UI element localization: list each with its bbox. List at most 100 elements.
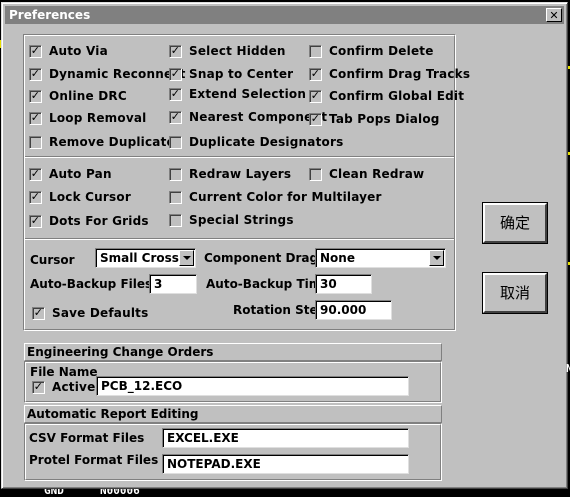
checkbox-box <box>169 190 182 204</box>
checkbox-box <box>309 112 322 126</box>
checkbox-label: Special Strings <box>189 213 294 227</box>
checkbox-box <box>169 67 182 81</box>
checkbox-label: Duplicate Designators <box>189 135 344 149</box>
checkbox-eco-active[interactable]: Active <box>32 379 95 395</box>
checkbox-label: Clean Redraw <box>329 167 425 181</box>
component-drag-dropdown[interactable]: None <box>315 248 446 268</box>
checkbox-label: Tab Pops Dialog <box>329 112 440 126</box>
checkbox-redraw-layers[interactable]: Redraw Layers <box>169 166 291 182</box>
close-icon: ✕ <box>549 9 559 22</box>
component-drag-label: Component Drag <box>204 251 319 265</box>
checkbox-box <box>169 44 182 58</box>
checkbox-label: Loop Removal <box>49 111 147 125</box>
checkbox-save-defaults[interactable]: Save Defaults <box>32 305 148 321</box>
checkbox-label: Snap to Center <box>189 67 294 81</box>
protel-format-input[interactable]: NOTEPAD.EXE <box>162 454 409 474</box>
checkbox-label: Active <box>52 380 96 394</box>
protel-format-label: Protel Format Files <box>29 453 159 467</box>
close-button[interactable]: ✕ <box>546 8 562 22</box>
checkbox-box <box>32 380 45 394</box>
checkbox-box <box>29 89 42 103</box>
checkbox-box <box>32 306 45 320</box>
autobackup-time-label: Auto-Backup Time <box>206 277 330 291</box>
checkbox-label: Remove Duplicates <box>49 135 183 149</box>
title-bar: Preferences ✕ <box>5 6 564 24</box>
checkbox-label: Lock Cursor <box>49 190 131 204</box>
checkbox-special-strings[interactable]: Special Strings <box>169 212 294 228</box>
window-title: Preferences <box>9 8 91 22</box>
component-drag-value: None <box>320 251 355 265</box>
csv-format-input[interactable]: EXCEL.EXE <box>162 428 409 448</box>
autobackup-files-input[interactable]: 3 <box>149 274 197 294</box>
csv-format-label: CSV Format Files <box>29 431 145 445</box>
cursor-dropdown[interactable]: Small Cross <box>95 248 196 268</box>
checkbox-label: Dynamic Reconnect <box>49 67 186 81</box>
checkbox-box <box>29 111 42 125</box>
checkbox-nearest-component[interactable]: Nearest Component <box>169 109 327 125</box>
checkbox-snap-to-center[interactable]: Snap to Center <box>169 66 293 82</box>
autobackup-files-label: Auto-Backup Files <box>30 277 153 291</box>
checkbox-extend-selection[interactable]: Extend Selection <box>169 86 306 102</box>
checkbox-remove-duplicates[interactable]: Remove Duplicates <box>29 134 182 150</box>
checkbox-confirm-drag-tracks[interactable]: Confirm Drag Tracks <box>309 66 470 82</box>
checkbox-label: Save Defaults <box>52 306 149 320</box>
checkbox-confirm-global-edit[interactable]: Confirm Global Edit <box>309 88 464 104</box>
checkbox-box <box>169 135 182 149</box>
checkbox-current-color-multilayer[interactable]: Current Color for Multilayer <box>169 189 382 205</box>
checkbox-label: Confirm Delete <box>329 44 434 58</box>
eco-file-input[interactable]: PCB_12.ECO <box>96 376 409 396</box>
checkbox-online-drc[interactable]: Online DRC <box>29 88 127 104</box>
ok-button[interactable]: 确定 <box>483 203 547 243</box>
checkbox-box <box>29 214 42 228</box>
checkbox-label: Extend Selection <box>189 87 307 101</box>
checkbox-box <box>169 87 182 101</box>
cursor-label: Cursor <box>30 253 75 267</box>
checkbox-confirm-delete[interactable]: Confirm Delete <box>309 43 434 59</box>
eco-file-name-label: File Name <box>30 365 98 379</box>
checkbox-box <box>309 89 322 103</box>
chevron-down-icon[interactable] <box>179 250 194 266</box>
divider <box>25 156 454 158</box>
checkbox-tab-pops-dialog[interactable]: Tab Pops Dialog <box>309 111 440 127</box>
rotation-step-label: Rotation Step <box>233 303 327 317</box>
eco-section-title: Engineering Change Orders <box>24 343 442 361</box>
checkbox-box <box>29 44 42 58</box>
checkbox-label: Confirm Global Edit <box>329 89 465 103</box>
checkbox-box <box>29 190 42 204</box>
checkbox-label: Nearest Component <box>189 110 328 124</box>
checkbox-box <box>29 167 42 181</box>
rotation-step-input[interactable]: 90.000 <box>315 300 392 320</box>
checkbox-label: Select Hidden <box>189 44 286 58</box>
checkbox-box <box>29 135 42 149</box>
cursor-dropdown-value: Small Cross <box>100 251 179 265</box>
checkbox-box <box>169 213 182 227</box>
checkbox-label: Current Color for Multilayer <box>189 190 382 204</box>
checkbox-box <box>29 67 42 81</box>
checkbox-box <box>309 167 322 181</box>
checkbox-box <box>169 167 182 181</box>
autobackup-time-input[interactable]: 30 <box>315 274 372 294</box>
chevron-down-icon[interactable] <box>429 250 444 266</box>
cancel-button[interactable]: 取消 <box>483 273 547 313</box>
checkbox-auto-via[interactable]: Auto Via <box>29 43 108 59</box>
checkbox-box <box>309 44 322 58</box>
checkbox-label: Confirm Drag Tracks <box>329 67 471 81</box>
preferences-dialog: Preferences ✕ Auto Via Select Hidden Con… <box>1 2 568 489</box>
checkbox-label: Dots For Grids <box>49 214 149 228</box>
checkbox-duplicate-designators[interactable]: Duplicate Designators <box>169 134 343 150</box>
checkbox-label: Online DRC <box>49 89 127 103</box>
checkbox-box <box>169 110 182 124</box>
checkbox-auto-pan[interactable]: Auto Pan <box>29 166 112 182</box>
checkbox-dots-for-grids[interactable]: Dots For Grids <box>29 213 149 229</box>
pcb-net-label: N <box>566 362 570 375</box>
checkbox-label: Auto Via <box>49 44 108 58</box>
checkbox-clean-redraw[interactable]: Clean Redraw <box>309 166 424 182</box>
report-section-title: Automatic Report Editing <box>24 405 442 423</box>
checkbox-select-hidden[interactable]: Select Hidden <box>169 43 286 59</box>
checkbox-label: Auto Pan <box>49 167 112 181</box>
checkbox-box <box>309 67 322 81</box>
checkbox-label: Redraw Layers <box>189 167 292 181</box>
checkbox-dynamic-reconnect[interactable]: Dynamic Reconnect <box>29 66 186 82</box>
checkbox-loop-removal[interactable]: Loop Removal <box>29 110 146 126</box>
checkbox-lock-cursor[interactable]: Lock Cursor <box>29 189 131 205</box>
